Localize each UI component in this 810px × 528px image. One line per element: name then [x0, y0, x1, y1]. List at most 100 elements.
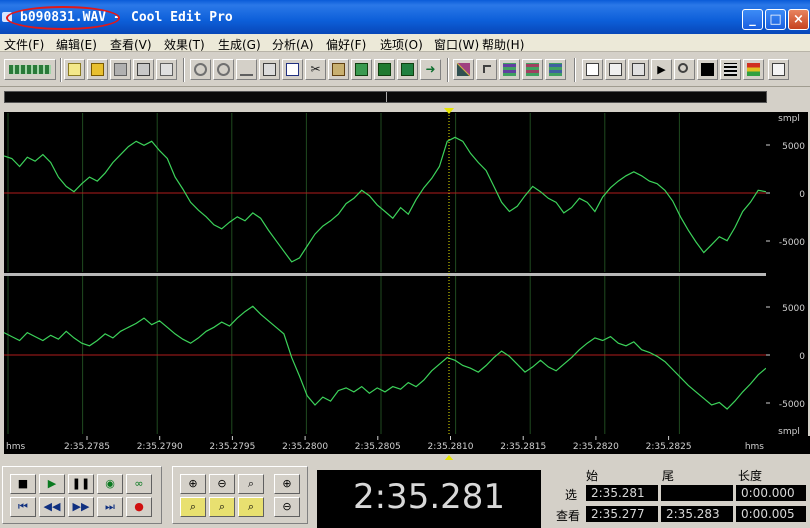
folder-icon [91, 63, 104, 76]
selection-toggle-button[interactable] [720, 59, 741, 80]
title-bar: b090831.WAV - Cool Edit Pro _ □ × [0, 0, 810, 34]
menu-view[interactable]: 查看(V) [110, 36, 152, 53]
close-button[interactable]: × [788, 9, 809, 30]
menu-file[interactable]: 文件(F) [4, 36, 44, 53]
zoom-left-button[interactable]: ⌕ [180, 497, 206, 517]
time-display: 2:35.281 [317, 470, 541, 528]
undo-button[interactable] [190, 59, 211, 80]
maximize-button[interactable]: □ [765, 9, 786, 30]
selection-length-field[interactable]: 0:00.000 [736, 485, 806, 501]
time-axis-label-left: hms [6, 442, 25, 452]
view-start-field[interactable]: 2:35.277 [586, 506, 658, 522]
menu-favorites[interactable]: 偏好(F) [326, 36, 366, 53]
trim-button[interactable] [374, 59, 395, 80]
spectral-phase-button[interactable] [545, 59, 566, 80]
y-tick-label: 0 [799, 190, 805, 200]
waveform-canvas[interactable]: smpl smpl 5000 0 -5000 5000 0 -5000 hms hms 2:35.2… [0, 104, 810, 460]
filter-icon [483, 65, 491, 73]
menu-effects[interactable]: 效果(T) [164, 36, 205, 53]
cue-list-button[interactable] [582, 59, 603, 80]
envelope-button[interactable] [453, 59, 474, 80]
redo-button[interactable] [213, 59, 234, 80]
zoom-in-button[interactable]: ⊕ [180, 474, 206, 494]
trim-icon [378, 63, 391, 76]
mix-paste-button[interactable] [351, 59, 372, 80]
view-end-field[interactable]: 2:35.283 [661, 506, 733, 522]
silence-button[interactable] [397, 59, 418, 80]
zoom-selection-button[interactable]: ⌕ [238, 497, 264, 517]
copy-button[interactable] [282, 59, 303, 80]
menu-analyze[interactable]: 分析(A) [272, 36, 314, 53]
open-file-button[interactable] [87, 59, 108, 80]
toolbar-separator [183, 58, 185, 82]
cue-list-icon [586, 63, 599, 76]
spectral-phase-icon [549, 63, 562, 76]
copy-new-button[interactable] [259, 59, 280, 80]
go-to-end-button[interactable]: ⏭ [97, 497, 123, 517]
zoom-out-vertical-button[interactable]: ⊖ [274, 497, 300, 517]
paste-button[interactable] [328, 59, 349, 80]
waveform-display[interactable]: smpl smpl 5000 0 -5000 5000 0 -5000 hms hms 2:35.2… [0, 104, 810, 460]
stop-button[interactable]: ■ [10, 474, 36, 494]
play-to-end-button[interactable]: ◉ [97, 474, 123, 494]
status-bar-toggle-button[interactable] [768, 59, 789, 80]
level-meter-icon [747, 63, 760, 76]
play-list-button[interactable] [605, 59, 626, 80]
unit-label-bottom: smpl [778, 427, 800, 437]
amplitude-ruler[interactable] [766, 112, 808, 436]
zoom-icon [678, 63, 688, 73]
snap-button[interactable]: ➜ [420, 59, 441, 80]
save-button[interactable] [110, 59, 131, 80]
rewind-icon: ◀◀ [43, 500, 61, 513]
multitrack-toggle-button[interactable] [4, 59, 56, 80]
info-icon [632, 63, 645, 76]
spectral-view-button[interactable] [499, 59, 520, 80]
view-length-field[interactable]: 0:00.005 [736, 506, 806, 522]
new-file-button[interactable] [64, 59, 85, 80]
level-meter-toggle-button[interactable] [743, 59, 764, 80]
menu-generate[interactable]: 生成(G) [218, 36, 261, 53]
menu-edit[interactable]: 编辑(E) [56, 36, 97, 53]
cursor-bottom-marker[interactable] [444, 455, 454, 460]
repeat-command-button[interactable] [236, 59, 257, 80]
play-button[interactable]: ▶ [39, 474, 65, 494]
length-header: 长度 [738, 469, 763, 483]
toolbar: ✂ ➜ ▶ [0, 53, 810, 87]
zoom-in-vertical-button[interactable]: ⊕ [274, 474, 300, 494]
pause-button[interactable]: ❚❚ [68, 474, 94, 494]
menu-help[interactable]: 帮助(H) [482, 36, 524, 53]
info-button[interactable] [628, 59, 649, 80]
time-toggle-button[interactable] [697, 59, 718, 80]
filter-button[interactable] [476, 59, 497, 80]
overview-position-marker [386, 92, 387, 102]
selection-start-field[interactable]: 2:35.281 [586, 485, 658, 501]
menu-bar: 文件(F) 编辑(E) 查看(V) 效果(T) 生成(G) 分析(A) 偏好(F… [0, 34, 810, 52]
go-to-start-icon: ⏮ [18, 500, 28, 513]
rewind-button[interactable]: ◀◀ [39, 497, 65, 517]
minimize-button[interactable]: _ [742, 9, 763, 30]
copy-icon [286, 63, 299, 76]
loop-button[interactable]: ∞ [126, 474, 152, 494]
spectral-pan-button[interactable] [522, 59, 543, 80]
time-tick-label: 2:35.2810 [428, 442, 474, 452]
menu-window[interactable]: 窗口(W) [434, 36, 479, 53]
zoom-right-button[interactable]: ⌕ [209, 497, 235, 517]
zoom-out-button[interactable]: ⊖ [209, 474, 235, 494]
save-as-button[interactable] [133, 59, 154, 80]
zoom-out-icon: ⊖ [217, 477, 227, 490]
menu-options[interactable]: 选项(O) [380, 36, 423, 53]
record-button[interactable]: ● [126, 497, 152, 517]
selection-row-label: 选 [565, 488, 578, 502]
fast-forward-button[interactable]: ▶▶ [68, 497, 94, 517]
zoom-full-button[interactable]: ⌕ [238, 474, 264, 494]
y-tick-label: -5000 [779, 238, 805, 248]
y-tick-label: -5000 [779, 400, 805, 410]
waveform-overview-bar[interactable] [4, 91, 767, 103]
properties-button[interactable] [156, 59, 177, 80]
zoom-selection-icon: ⌕ [247, 500, 255, 513]
selection-end-field[interactable] [661, 485, 733, 501]
cut-button[interactable]: ✂ [305, 59, 326, 80]
zoom-toggle-button[interactable] [674, 59, 695, 80]
transport-toggle-button[interactable]: ▶ [651, 59, 672, 80]
go-to-start-button[interactable]: ⏮ [10, 497, 36, 517]
